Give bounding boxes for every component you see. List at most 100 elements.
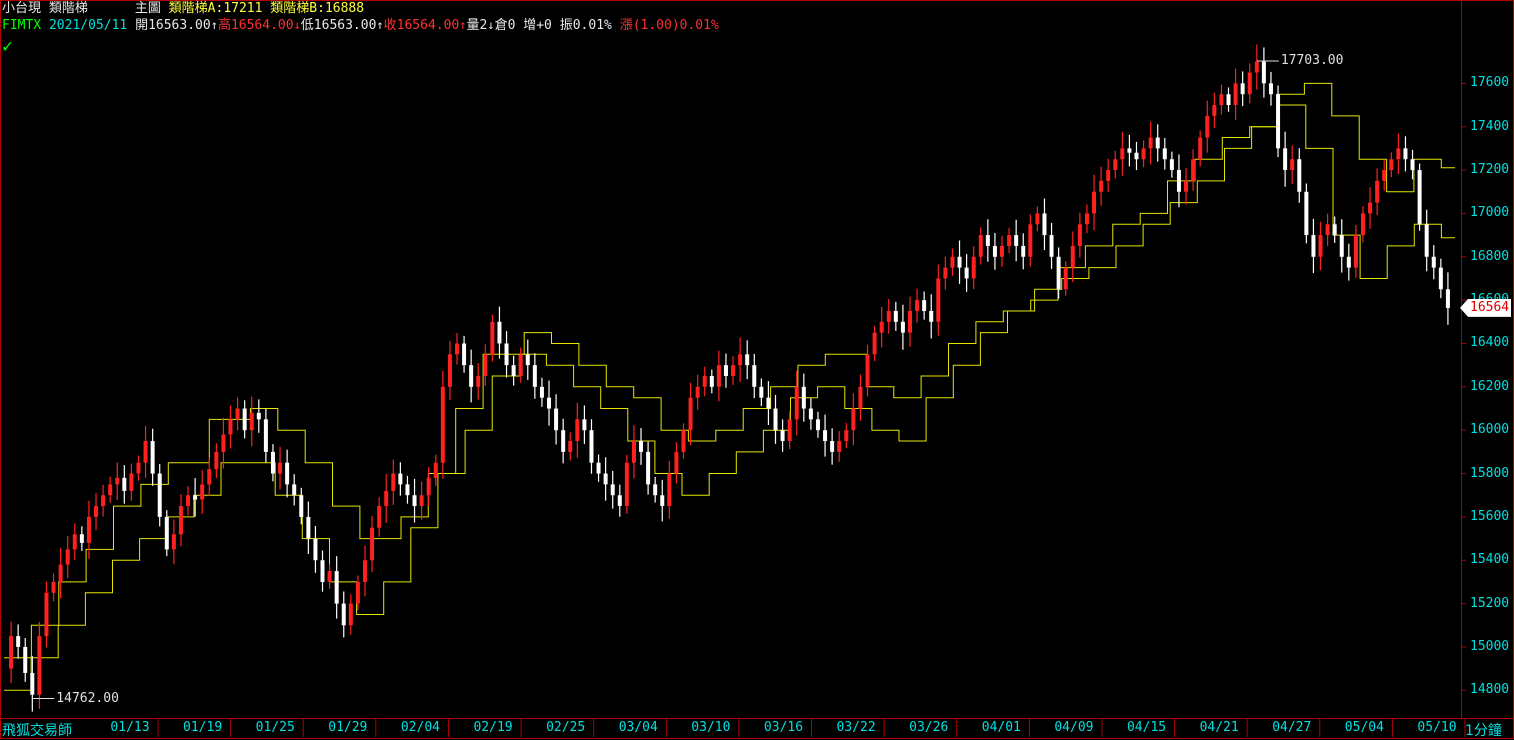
price-bar: [320, 560, 325, 582]
price-bar: [1332, 224, 1337, 236]
price-bar: [511, 365, 516, 376]
price-bar: [228, 419, 233, 435]
x-tick-label: 04/01: [981, 720, 1021, 735]
price-bar: [1042, 213, 1047, 236]
price-bar: [575, 419, 580, 442]
amplitude: 振0.01%: [559, 18, 612, 33]
price-bar: [1438, 267, 1443, 290]
price-bar: [801, 386, 806, 409]
price-bar: [723, 365, 728, 376]
price-bar: [639, 441, 644, 452]
price-bar: [306, 516, 311, 539]
price-bar: [490, 321, 495, 355]
price-bar: [270, 451, 275, 474]
price-bar: [1035, 213, 1040, 225]
price-bar: [893, 310, 898, 322]
price-bar: [532, 365, 537, 387]
price-bar: [1184, 180, 1189, 192]
y-tick-label: 16200: [1470, 378, 1510, 394]
price-bar: [483, 354, 488, 376]
price-bar: [341, 603, 346, 626]
price-bar: [171, 534, 176, 550]
price-bar: [985, 235, 990, 246]
price-bar: [1049, 235, 1054, 257]
price-bar: [200, 484, 205, 500]
x-tick-label: 04/27: [1272, 720, 1312, 735]
price-bar: [1403, 148, 1408, 160]
max-price-label: 17703.00: [1280, 53, 1344, 69]
price-bar: [631, 441, 636, 463]
x-tick-label: 04/09: [1054, 720, 1094, 735]
price-bar: [391, 473, 396, 491]
price-bar: [108, 484, 113, 496]
price-bar: [1120, 148, 1125, 160]
price-bar: [1191, 159, 1196, 181]
price-bar: [1268, 83, 1273, 95]
price-bar: [596, 462, 601, 474]
price-bar: [214, 451, 219, 470]
price-bar: [30, 672, 35, 695]
price-bar: [674, 451, 679, 474]
time-axis-line: [0, 718, 1514, 719]
price-bar: [355, 581, 360, 604]
period-selector[interactable]: 1分鐘: [1465, 720, 1502, 740]
price-bar: [94, 506, 99, 517]
app-brand: 飛狐交易師: [2, 723, 72, 739]
price-bar: [950, 256, 955, 268]
price-bar: [1396, 148, 1401, 160]
y-tick-label: 15400: [1470, 552, 1510, 568]
price-bar: [58, 564, 63, 582]
price-bar: [865, 354, 870, 387]
chart-header: 小台現 類階梯 主圖 類階梯A:17211 類階梯B:16888 FIMTX 2…: [2, 0, 719, 36]
price-bar: [610, 484, 615, 496]
price-bar: [582, 419, 587, 431]
price-bar: [617, 495, 622, 507]
price-bar: [143, 441, 148, 463]
y-tick-label: 15000: [1470, 638, 1510, 654]
price-bar: [978, 235, 983, 257]
price-bar: [1063, 267, 1068, 290]
price-bar: [1212, 105, 1217, 116]
price-bar: [164, 516, 169, 550]
price-bar: [922, 300, 927, 311]
price-bar: [278, 462, 283, 474]
price-bar: [1353, 235, 1358, 268]
price-bar: [235, 408, 240, 420]
price-bar: [362, 560, 367, 582]
price-bar: [823, 430, 828, 442]
price-bar: [1219, 94, 1224, 106]
indicator-name[interactable]: 類階梯: [49, 1, 88, 16]
price-bar: [221, 434, 226, 452]
price-bar: [518, 354, 523, 376]
price-bar: [1084, 213, 1089, 225]
price-bar: [872, 332, 877, 355]
price-bar: [624, 462, 629, 507]
price-bar: [589, 430, 594, 463]
price-bar: [709, 376, 714, 387]
y-tick-label: 15800: [1470, 465, 1510, 481]
price-bar: [1417, 170, 1422, 225]
price-bar: [1070, 245, 1075, 268]
x-tick-label: 01/13: [110, 720, 150, 735]
price-bar: [157, 473, 162, 517]
price-bar: [1127, 148, 1132, 153]
price-bar: [1346, 256, 1351, 268]
y-tick-label: 17200: [1470, 162, 1510, 178]
price-bar: [773, 408, 778, 431]
price-bar: [716, 365, 721, 387]
price-bar: [469, 365, 474, 387]
price-bar: [115, 477, 120, 485]
high-price: 高16564.00: [217, 18, 294, 33]
price-bar: [1276, 94, 1281, 149]
pane-label: 主圖: [134, 1, 161, 16]
price-bar: [1368, 202, 1373, 214]
price-bar: [440, 386, 445, 463]
price-bar: [1134, 152, 1139, 160]
price-bar: [1283, 148, 1288, 171]
x-tick-label: 02/04: [400, 720, 440, 735]
checkmark-icon[interactable]: ✓: [2, 36, 13, 57]
price-bar: [794, 386, 799, 420]
price-bar: [454, 343, 459, 355]
price-chart[interactable]: [0, 0, 1514, 739]
price-bar: [780, 430, 785, 442]
